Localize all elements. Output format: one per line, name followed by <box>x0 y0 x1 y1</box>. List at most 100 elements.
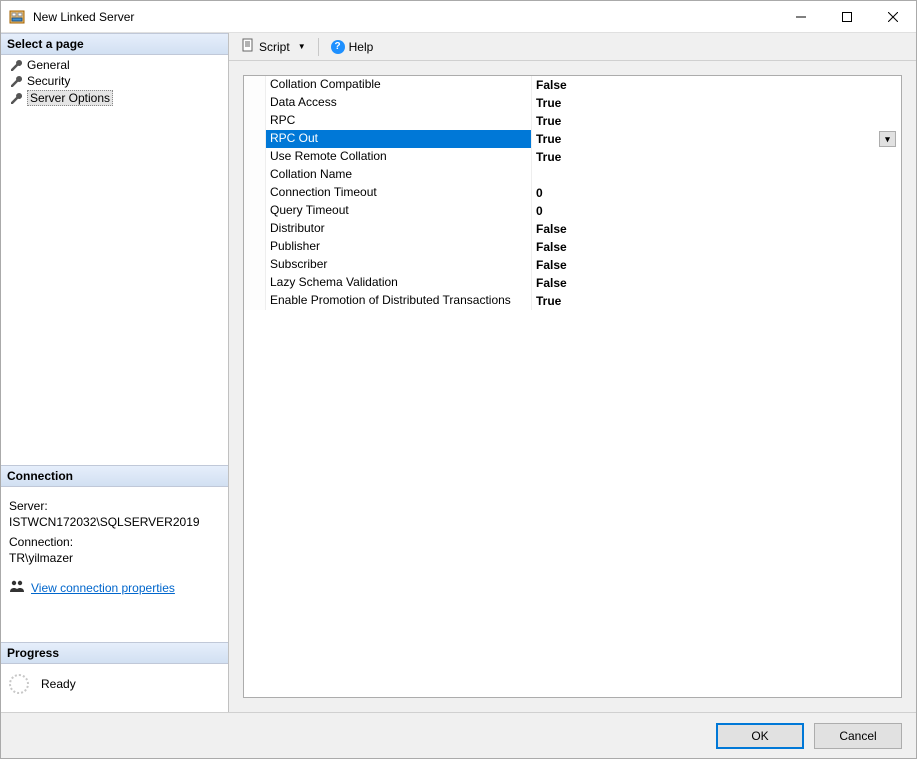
page-item-label: General <box>27 58 70 72</box>
wrench-icon <box>9 58 23 72</box>
connection-header: Connection <box>1 465 228 487</box>
progress-status-text: Ready <box>41 677 76 691</box>
dropdown-arrow-icon: ▼ <box>298 42 306 51</box>
property-row[interactable]: Collation CompatibleFalse <box>244 76 901 94</box>
property-gutter <box>244 76 266 94</box>
property-value[interactable]: False <box>532 256 901 274</box>
progress-header: Progress <box>1 642 228 664</box>
page-item-security[interactable]: Security <box>1 73 228 89</box>
page-item-label: Server Options <box>27 90 113 106</box>
property-gutter <box>244 94 266 112</box>
property-name: RPC <box>266 112 532 130</box>
progress-status-row: Ready <box>1 664 228 712</box>
property-value[interactable]: 0 <box>532 202 901 220</box>
close-button[interactable] <box>870 1 916 33</box>
chevron-down-icon: ▾ <box>885 134 890 145</box>
property-grid-container: Collation CompatibleFalseData AccessTrue… <box>243 75 902 698</box>
server-label: Server: <box>9 499 220 513</box>
property-row[interactable]: Connection Timeout0 <box>244 184 901 202</box>
property-row[interactable]: Query Timeout0 <box>244 202 901 220</box>
property-grid[interactable]: Collation CompatibleFalseData AccessTrue… <box>244 76 901 310</box>
property-name: RPC Out <box>266 130 532 148</box>
property-gutter <box>244 202 266 220</box>
window-controls <box>778 1 916 32</box>
property-gutter <box>244 220 266 238</box>
property-row[interactable]: Enable Promotion of Distributed Transact… <box>244 292 901 310</box>
property-gutter <box>244 184 266 202</box>
minimize-button[interactable] <box>778 1 824 33</box>
view-connection-properties-link[interactable]: View connection properties <box>31 581 175 595</box>
property-name: Connection Timeout <box>266 184 532 202</box>
cancel-button-label: Cancel <box>839 729 876 743</box>
property-row[interactable]: Collation Name <box>244 166 901 184</box>
property-value[interactable]: False <box>532 76 901 94</box>
script-icon <box>241 38 255 55</box>
property-name: Publisher <box>266 238 532 256</box>
property-gutter <box>244 148 266 166</box>
property-row[interactable]: SubscriberFalse <box>244 256 901 274</box>
page-item-general[interactable]: General <box>1 57 228 73</box>
property-row[interactable]: PublisherFalse <box>244 238 901 256</box>
property-name: Collation Compatible <box>266 76 532 94</box>
left-pane: Select a page General Security Server Opti… <box>1 33 229 712</box>
titlebar: New Linked Server <box>1 1 916 33</box>
script-label: Script <box>259 40 290 54</box>
property-value[interactable]: True <box>532 94 901 112</box>
ok-button[interactable]: OK <box>716 723 804 749</box>
select-page-header: Select a page <box>1 33 228 55</box>
script-button[interactable]: Script ▼ <box>237 36 310 57</box>
property-name: Collation Name <box>266 166 532 184</box>
property-name: Distributor <box>266 220 532 238</box>
property-gutter <box>244 166 266 184</box>
property-value[interactable]: False <box>532 238 901 256</box>
property-name: Data Access <box>266 94 532 112</box>
property-name: Use Remote Collation <box>266 148 532 166</box>
property-gutter <box>244 256 266 274</box>
ok-button-label: OK <box>751 729 768 743</box>
wrench-icon <box>9 74 23 88</box>
maximize-button[interactable] <box>824 1 870 33</box>
property-value[interactable]: False <box>532 220 901 238</box>
dropdown-button[interactable]: ▾ <box>879 131 896 147</box>
property-name: Subscriber <box>266 256 532 274</box>
toolbar: Script ▼ ? Help <box>229 33 916 61</box>
property-value[interactable]: 0 <box>532 184 901 202</box>
property-value[interactable]: True <box>532 292 901 310</box>
property-row[interactable]: Data AccessTrue <box>244 94 901 112</box>
property-value[interactable]: True <box>532 148 901 166</box>
property-row[interactable]: RPC OutTrue▾ <box>244 130 901 148</box>
progress-spinner-icon <box>9 674 29 694</box>
help-button[interactable]: ? Help <box>327 38 378 56</box>
property-value[interactable]: True▾ <box>532 130 901 148</box>
people-icon <box>9 579 25 596</box>
property-name: Lazy Schema Validation <box>266 274 532 292</box>
right-pane: Script ▼ ? Help Collation CompatibleFals… <box>229 33 916 712</box>
property-row[interactable]: Lazy Schema ValidationFalse <box>244 274 901 292</box>
property-row[interactable]: DistributorFalse <box>244 220 901 238</box>
property-gutter <box>244 292 266 310</box>
app-icon <box>9 9 25 25</box>
property-value[interactable] <box>532 166 901 184</box>
connection-value: TR\yilmazer <box>9 551 220 565</box>
property-gutter <box>244 112 266 130</box>
help-icon: ? <box>331 40 345 54</box>
connection-label: Connection: <box>9 535 220 549</box>
property-row[interactable]: RPCTrue <box>244 112 901 130</box>
property-gutter <box>244 274 266 292</box>
page-item-server-options[interactable]: Server Options <box>1 89 228 107</box>
help-label: Help <box>349 40 374 54</box>
connection-info: Server: ISTWCN172032\SQLSERVER2019 Conne… <box>1 487 228 602</box>
property-value[interactable]: True <box>532 112 901 130</box>
property-value[interactable]: False <box>532 274 901 292</box>
property-gutter <box>244 130 266 148</box>
window-title: New Linked Server <box>33 10 778 24</box>
page-list: General Security Server Options <box>1 55 228 109</box>
server-value: ISTWCN172032\SQLSERVER2019 <box>9 515 220 529</box>
property-name: Query Timeout <box>266 202 532 220</box>
page-item-label: Security <box>27 74 70 88</box>
dialog-footer: OK Cancel <box>1 712 916 758</box>
property-row[interactable]: Use Remote CollationTrue <box>244 148 901 166</box>
toolbar-separator <box>318 38 319 56</box>
property-gutter <box>244 238 266 256</box>
cancel-button[interactable]: Cancel <box>814 723 902 749</box>
